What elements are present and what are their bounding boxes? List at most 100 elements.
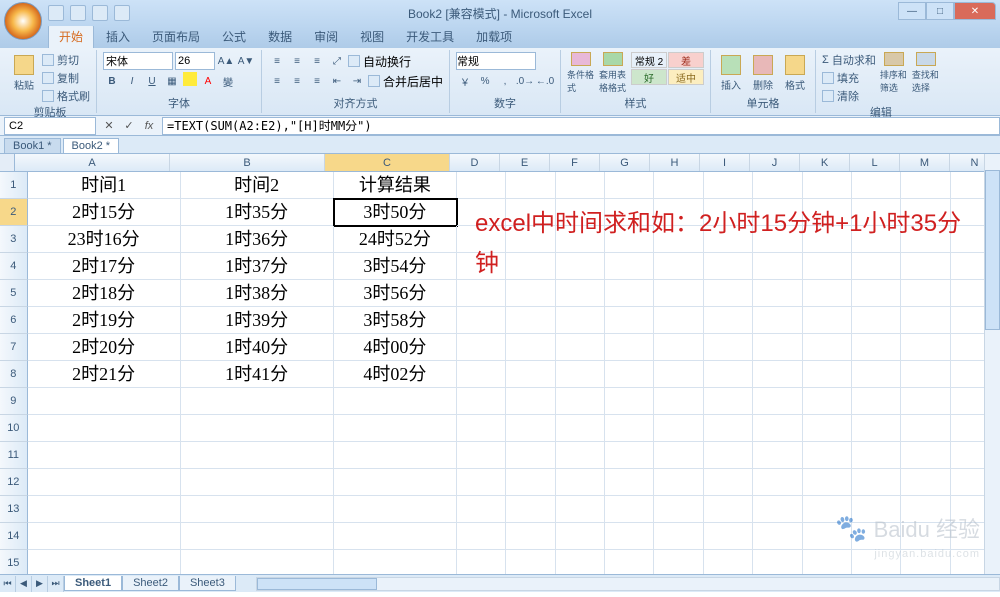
cell-H7[interactable]	[654, 334, 703, 361]
currency-icon[interactable]: ￥	[456, 72, 474, 90]
sheet-nav-first-icon[interactable]: ⏮	[0, 576, 16, 592]
cell-H6[interactable]	[654, 307, 703, 334]
cell-C9[interactable]	[334, 388, 457, 415]
hscroll-thumb[interactable]	[257, 578, 377, 590]
cell-A5[interactable]: 2时18分	[28, 280, 181, 307]
cell-I10[interactable]	[704, 415, 753, 442]
delete-cells-button[interactable]: 删除	[749, 52, 777, 94]
column-header-B[interactable]: B	[170, 154, 325, 171]
cell-E8[interactable]	[506, 361, 555, 388]
column-header-M[interactable]: M	[900, 154, 950, 171]
cell-E5[interactable]	[506, 280, 555, 307]
cell-G11[interactable]	[605, 442, 654, 469]
cell-F10[interactable]	[556, 415, 605, 442]
format-cells-button[interactable]: 格式	[781, 52, 809, 94]
cell-A1[interactable]: 时间1	[28, 172, 181, 199]
cell-G8[interactable]	[605, 361, 654, 388]
row-header-13[interactable]: 13	[0, 496, 28, 523]
cell-E10[interactable]	[506, 415, 555, 442]
cell-G1[interactable]	[605, 172, 654, 199]
cell-G15[interactable]	[605, 550, 654, 574]
cell-D11[interactable]	[457, 442, 506, 469]
cell-A2[interactable]: 2时15分	[28, 199, 181, 226]
cell-A9[interactable]	[28, 388, 181, 415]
fx-icon[interactable]: fx	[140, 118, 158, 134]
cell-L10[interactable]	[852, 415, 901, 442]
cell-H13[interactable]	[654, 496, 703, 523]
cell-B6[interactable]: 1时39分	[181, 307, 334, 334]
ribbon-tab-审阅[interactable]: 审阅	[304, 25, 348, 48]
formula-input[interactable]	[162, 117, 1000, 135]
cell-H11[interactable]	[654, 442, 703, 469]
cell-L9[interactable]	[852, 388, 901, 415]
cell-C6[interactable]: 3时58分	[334, 307, 457, 334]
align-top-icon[interactable]: ≡	[268, 52, 286, 70]
maximize-button[interactable]: □	[926, 2, 954, 20]
cell-B4[interactable]: 1时37分	[181, 253, 334, 280]
ribbon-tab-公式[interactable]: 公式	[212, 25, 256, 48]
align-middle-icon[interactable]: ≡	[288, 52, 306, 70]
cell-F15[interactable]	[556, 550, 605, 574]
table-format-button[interactable]: 套用表格格式	[599, 52, 627, 94]
cell-D5[interactable]	[457, 280, 506, 307]
cell-J11[interactable]	[753, 442, 802, 469]
orientation-icon[interactable]: ⤢	[328, 52, 346, 70]
cell-A10[interactable]	[28, 415, 181, 442]
cell-L1[interactable]	[852, 172, 901, 199]
cell-B1[interactable]: 时间2	[181, 172, 334, 199]
cell-E9[interactable]	[506, 388, 555, 415]
cell-I1[interactable]	[704, 172, 753, 199]
format-painter-button[interactable]: 格式刷	[42, 88, 90, 104]
cell-D9[interactable]	[457, 388, 506, 415]
underline-button[interactable]: U	[143, 72, 161, 90]
cell-H9[interactable]	[654, 388, 703, 415]
vertical-scrollbar[interactable]	[984, 154, 1000, 574]
cell-B13[interactable]	[181, 496, 334, 523]
sheet-tab-Sheet3[interactable]: Sheet3	[179, 576, 236, 591]
merge-center-button[interactable]: 合并后居中	[368, 72, 443, 90]
workbook-tab-Book1[interactable]: Book1 *	[4, 138, 61, 153]
cell-K10[interactable]	[803, 415, 852, 442]
sort-filter-button[interactable]: 排序和筛选	[880, 52, 908, 94]
cell-A14[interactable]	[28, 523, 181, 550]
cell-E7[interactable]	[506, 334, 555, 361]
cell-J1[interactable]	[753, 172, 802, 199]
cell-D6[interactable]	[457, 307, 506, 334]
cell-L12[interactable]	[852, 469, 901, 496]
column-header-H[interactable]: H	[650, 154, 700, 171]
cell-L7[interactable]	[852, 334, 901, 361]
cell-J5[interactable]	[753, 280, 802, 307]
cell-D7[interactable]	[457, 334, 506, 361]
find-select-button[interactable]: 查找和选择	[912, 52, 940, 94]
cell-G9[interactable]	[605, 388, 654, 415]
cell-J12[interactable]	[753, 469, 802, 496]
paste-button[interactable]: 粘贴	[10, 52, 38, 94]
qat-print-icon[interactable]	[114, 5, 130, 21]
cell-L11[interactable]	[852, 442, 901, 469]
cell-H15[interactable]	[654, 550, 703, 574]
phonetic-icon[interactable]: 變	[219, 72, 237, 90]
cell-J10[interactable]	[753, 415, 802, 442]
cell-E11[interactable]	[506, 442, 555, 469]
row-header-2[interactable]: 2	[0, 199, 28, 226]
row-header-12[interactable]: 12	[0, 469, 28, 496]
cell-J13[interactable]	[753, 496, 802, 523]
clear-button[interactable]: 清除	[822, 88, 876, 104]
cell-M1[interactable]	[901, 172, 950, 199]
cell-G13[interactable]	[605, 496, 654, 523]
cell-B9[interactable]	[181, 388, 334, 415]
decrease-decimal-icon[interactable]: ←.0	[536, 72, 554, 90]
cell-G5[interactable]	[605, 280, 654, 307]
cell-K9[interactable]	[803, 388, 852, 415]
cell-A11[interactable]	[28, 442, 181, 469]
cell-D1[interactable]	[457, 172, 506, 199]
align-center-icon[interactable]: ≡	[288, 72, 306, 90]
qat-undo-icon[interactable]	[70, 5, 86, 21]
cell-A7[interactable]: 2时20分	[28, 334, 181, 361]
cell-B12[interactable]	[181, 469, 334, 496]
cell-C15[interactable]	[334, 550, 457, 574]
font-name-select[interactable]	[103, 52, 173, 70]
cell-H5[interactable]	[654, 280, 703, 307]
row-header-4[interactable]: 4	[0, 253, 28, 280]
cell-D13[interactable]	[457, 496, 506, 523]
